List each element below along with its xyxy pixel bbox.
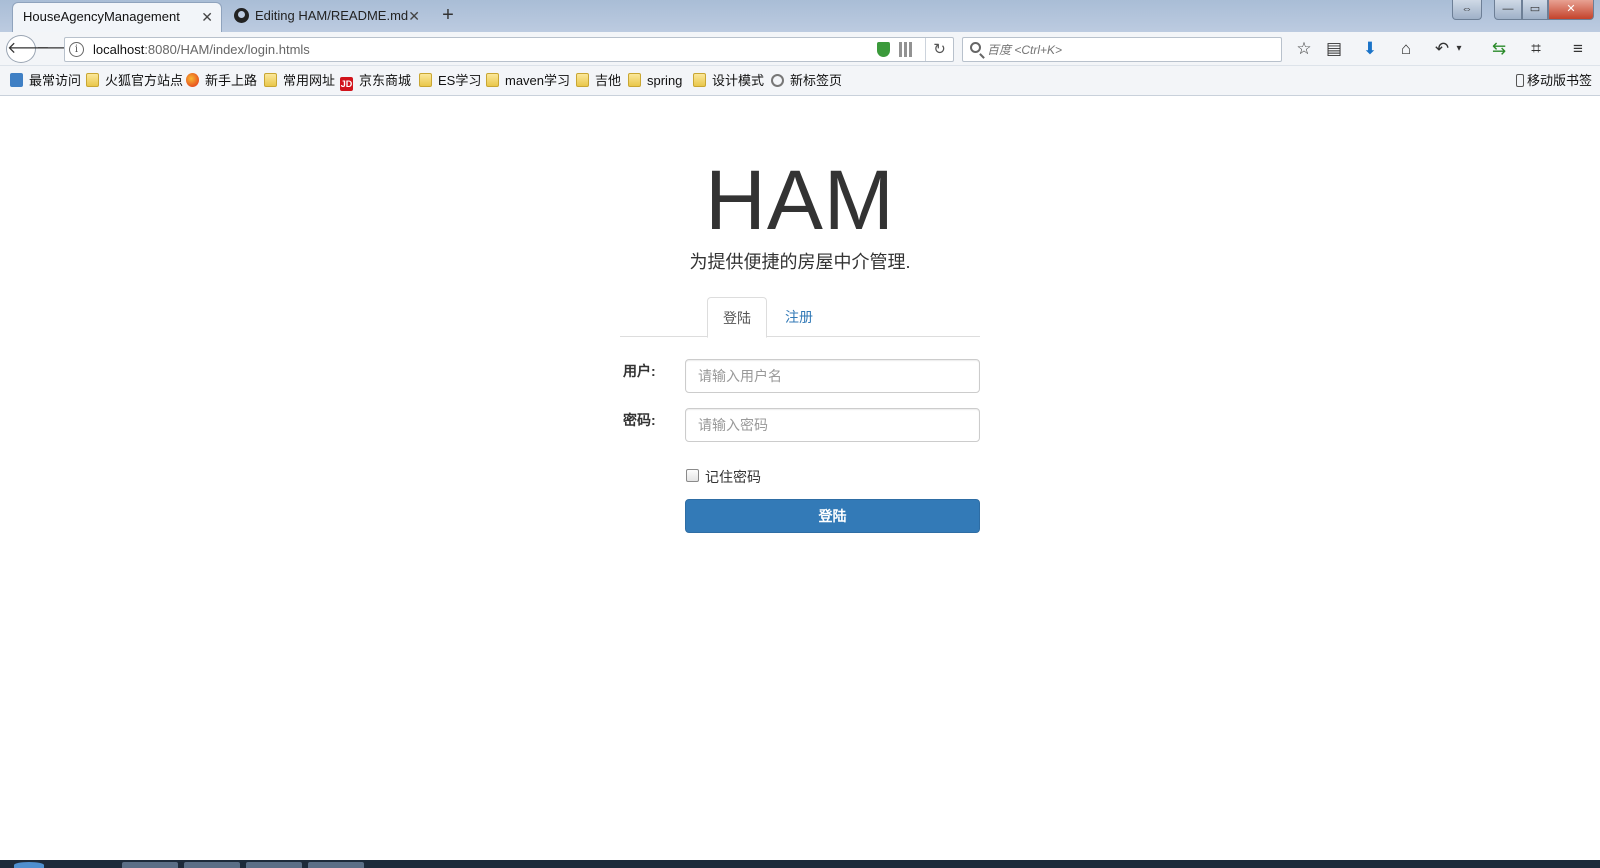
qr-code-icon[interactable]: [899, 42, 914, 57]
github-icon: [234, 8, 249, 23]
hamburger-menu-icon[interactable]: ≡: [1565, 36, 1591, 62]
bookmark-star-icon[interactable]: ☆: [1291, 36, 1317, 62]
url-text[interactable]: localhost:8080/HAM/index/login.htmls: [93, 42, 310, 57]
taskbar-app[interactable]: [308, 862, 364, 868]
window-maximize-button[interactable]: ▭: [1522, 0, 1548, 20]
window-minimize-button[interactable]: —: [1494, 0, 1522, 20]
navigation-toolbar: 🡐 🡒 i localhost:8080/HAM/index/login.htm…: [0, 32, 1600, 66]
back-button[interactable]: 🡐: [6, 35, 50, 63]
info-icon[interactable]: i: [69, 42, 84, 57]
globe-icon: [771, 74, 784, 87]
folder-icon: [628, 73, 641, 87]
bookmark-folder-es[interactable]: ES学习: [419, 73, 481, 89]
page-subtitle: 为提供便捷的房屋中介管理.: [689, 252, 911, 272]
tab-title: HouseAgencyManagement: [23, 9, 180, 24]
tab-login[interactable]: 登陆: [707, 297, 767, 338]
close-tab-icon[interactable]: ✕: [408, 2, 420, 30]
os-taskbar: [0, 860, 1600, 868]
folder-icon: [419, 73, 432, 87]
login-button[interactable]: 登陆: [685, 499, 980, 533]
page-title: HAM: [705, 153, 895, 247]
password-label: 密码:: [623, 412, 656, 428]
home-icon[interactable]: ⌂: [1393, 36, 1419, 62]
firefox-icon: [186, 73, 199, 87]
bookmarks-bar: 最常访问 火狐官方站点 新手上路 常用网址 JD 京东商城 ES学习 maven学…: [0, 66, 1600, 96]
username-input[interactable]: [685, 359, 980, 393]
bookmark-folder-firefox[interactable]: 火狐官方站点: [86, 73, 183, 89]
reload-icon: ↻: [933, 41, 946, 58]
download-icon[interactable]: ⬇: [1357, 36, 1383, 62]
start-button[interactable]: [14, 862, 44, 868]
taskbar-app[interactable]: [184, 862, 240, 868]
password-input[interactable]: [685, 408, 980, 442]
bookmark-getting-started[interactable]: 新手上路: [186, 73, 257, 89]
page-content: HAM 为提供便捷的房屋中介管理. 登陆 注册 用户: 密码: 记住密码 登陆: [0, 97, 1600, 860]
folder-icon: [486, 73, 499, 87]
remember-password-label[interactable]: 记住密码: [705, 467, 761, 487]
window-restore-button[interactable]: ⇔: [1452, 0, 1482, 20]
username-label: 用户:: [623, 363, 656, 379]
taskbar-app[interactable]: [122, 862, 178, 868]
bookmark-folder-maven[interactable]: maven学习: [486, 73, 570, 89]
bookmark-new-tab[interactable]: 新标签页: [771, 73, 842, 89]
mobile-phone-icon: [1516, 74, 1524, 87]
url-bar[interactable]: i localhost:8080/HAM/index/login.htmls ↻: [64, 37, 954, 62]
bookmark-most-visited[interactable]: 最常访问: [10, 73, 81, 89]
search-input[interactable]: [987, 40, 1277, 60]
bookmark-jd[interactable]: JD 京东商城: [340, 73, 411, 91]
folder-icon: [264, 73, 277, 87]
tab-title: Editing HAM/README.md: [255, 8, 409, 23]
browser-tab-strip: HouseAgencyManagement ✕ Editing HAM/READ…: [0, 0, 1600, 32]
new-tab-button[interactable]: +: [436, 2, 460, 28]
chevron-down-icon[interactable]: ▾: [1452, 36, 1466, 62]
browser-tab[interactable]: Editing HAM/README.md ✕: [224, 2, 428, 32]
mobile-bookmarks[interactable]: 移动版书签: [1516, 73, 1592, 89]
bookmark-folder-spring[interactable]: spring: [628, 73, 682, 89]
search-icon: [970, 42, 981, 53]
most-visited-icon: [10, 73, 23, 87]
close-tab-icon[interactable]: ✕: [201, 3, 213, 31]
taskbar-app[interactable]: [246, 862, 302, 868]
folder-icon: [693, 73, 706, 87]
search-bar[interactable]: [962, 37, 1282, 62]
screenshot-crop-icon[interactable]: ⌗: [1523, 36, 1549, 62]
reading-list-icon[interactable]: ▤: [1321, 36, 1347, 62]
folder-icon: [86, 73, 99, 87]
jd-icon: JD: [340, 77, 353, 91]
remember-password-checkbox[interactable]: [686, 469, 699, 482]
reload-button[interactable]: ↻: [925, 38, 953, 61]
window-close-button[interactable]: ✕: [1548, 0, 1594, 20]
forward-button[interactable]: 🡒: [36, 36, 79, 62]
sync-icon[interactable]: ⇆: [1486, 36, 1512, 62]
browser-tab-active[interactable]: HouseAgencyManagement ✕: [12, 2, 222, 32]
auth-tabs: 登陆 注册: [620, 297, 980, 338]
bookmark-folder-guitar[interactable]: 吉他: [576, 73, 621, 89]
bookmark-folder-common[interactable]: 常用网址: [264, 73, 335, 89]
tab-register[interactable]: 注册: [770, 297, 828, 338]
folder-icon: [576, 73, 589, 87]
shield-icon[interactable]: [877, 42, 890, 57]
bookmark-folder-design-patterns[interactable]: 设计模式: [693, 73, 764, 89]
